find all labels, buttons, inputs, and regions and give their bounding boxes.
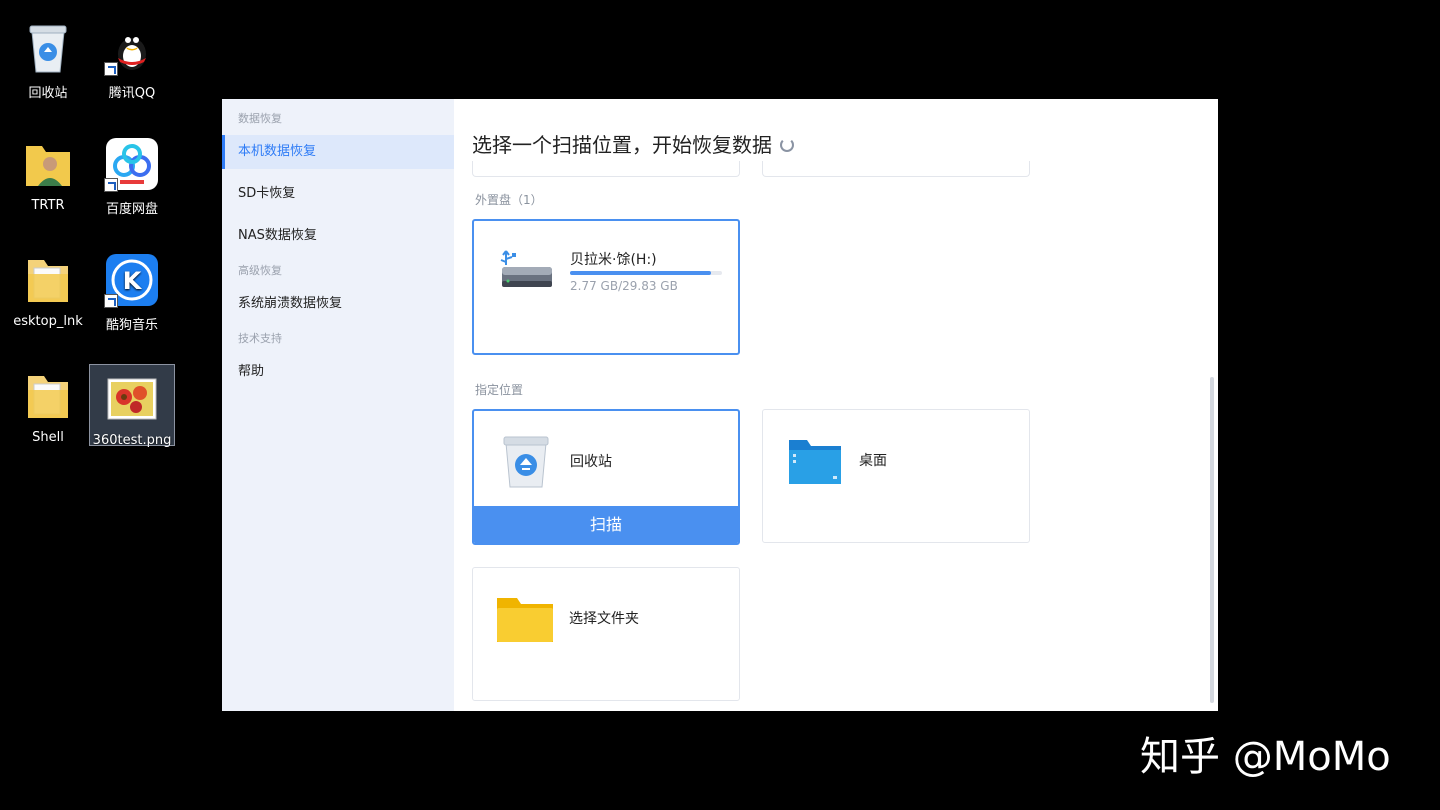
svg-text:K: K — [123, 267, 143, 295]
partial-card-right — [762, 161, 1030, 177]
location-name: 桌面 — [859, 453, 887, 469]
desktop-icon-qq[interactable]: 腾讯QQ — [90, 20, 174, 101]
folder-icon — [497, 590, 553, 646]
sidebar-item-sd-card-recovery[interactable]: SD卡恢复 — [222, 177, 454, 211]
sidebar: 数据恢复 本机数据恢复 SD卡恢复 NAS数据恢复 高级恢复 系统崩溃数据恢复 … — [222, 99, 454, 711]
desktop-icon-baidu-netdisk[interactable]: 百度网盘 — [90, 136, 174, 217]
baidu-netdisk-icon — [104, 136, 160, 192]
sidebar-group-data-recovery: 数据恢复 — [238, 112, 282, 125]
drive-usage-text: 2.77 GB/29.83 GB — [570, 279, 678, 293]
desktop-icon-label: TRTR — [31, 198, 65, 213]
drive-usage-bar — [570, 271, 722, 275]
location-card-desktop[interactable]: 桌面 — [762, 409, 1030, 543]
main-content: 选择一个扫描位置，开始恢复数据 外置盘（1） 贝拉米·馀(H:) 2.77 GB… — [454, 99, 1218, 711]
refresh-icon[interactable] — [780, 137, 794, 152]
desktop-icon-360test[interactable]: 360test.png — [89, 364, 175, 448]
location-card-recycle-bin[interactable]: 回收站 扫描 — [472, 409, 740, 545]
location-name: 回收站 — [570, 454, 612, 470]
desktop-icon-label: 酷狗音乐 — [105, 318, 158, 333]
desktop-icon-label: 360test.png — [92, 433, 172, 448]
user-folder-icon — [20, 136, 76, 192]
desktop-icon-kugou[interactable]: K 酷狗音乐 — [90, 252, 174, 333]
desktop-icon-label: 腾讯QQ — [108, 86, 156, 101]
desktop-folder-icon — [787, 432, 843, 488]
desktop-icon-label: esktop_lnk — [13, 314, 83, 329]
sidebar-item-help[interactable]: 帮助 — [222, 355, 454, 389]
sidebar-item-local-recovery[interactable]: 本机数据恢复 — [222, 135, 454, 169]
page-title-text: 选择一个扫描位置，开始恢复数据 — [472, 133, 772, 157]
image-file-icon — [104, 371, 160, 427]
desktop-icon-esktop-lnk[interactable]: esktop_lnk — [6, 252, 90, 329]
desktop-icon-label: 百度网盘 — [105, 202, 158, 217]
desktop-icon-label: 回收站 — [28, 86, 68, 101]
scan-button[interactable]: 扫描 — [474, 506, 738, 543]
usb-drive-icon — [498, 243, 554, 299]
page-title: 选择一个扫描位置，开始恢复数据 — [472, 129, 794, 158]
desktop-icon-trtr[interactable]: TRTR — [6, 136, 90, 213]
qq-penguin-icon — [104, 20, 160, 76]
sidebar-group-tech-support: 技术支持 — [238, 332, 282, 345]
desktop-icon-shell[interactable]: Shell — [6, 368, 90, 445]
watermark: 知乎 @MoMo — [1140, 734, 1391, 780]
sidebar-group-advanced-recovery: 高级恢复 — [238, 264, 282, 277]
shortcut-arrow-icon — [104, 178, 118, 192]
folder-icon — [20, 368, 76, 424]
drive-name: 贝拉米·馀(H:) — [570, 252, 657, 268]
desktop-icon-recycle-bin[interactable]: 回收站 — [6, 20, 90, 101]
location-card-select-folder[interactable]: 选择文件夹 — [472, 567, 740, 701]
shortcut-arrow-icon — [104, 62, 118, 76]
section-label-external-drives: 外置盘（1） — [475, 193, 543, 207]
shortcut-arrow-icon — [104, 294, 118, 308]
recycle-bin-icon — [498, 433, 554, 489]
recycle-bin-icon — [20, 20, 76, 76]
sidebar-item-system-crash-recovery[interactable]: 系统崩溃数据恢复 — [222, 287, 454, 321]
sidebar-item-nas-recovery[interactable]: NAS数据恢复 — [222, 219, 454, 253]
drive-card-h[interactable]: 贝拉米·馀(H:) 2.77 GB/29.83 GB — [472, 219, 740, 355]
recovery-app-window: 数据恢复 本机数据恢复 SD卡恢复 NAS数据恢复 高级恢复 系统崩溃数据恢复 … — [222, 99, 1218, 711]
folder-icon — [20, 252, 76, 308]
drive-usage-fill — [570, 271, 712, 275]
partial-card-left — [472, 161, 740, 177]
kugou-music-icon: K — [104, 252, 160, 308]
scrollbar[interactable] — [1210, 377, 1214, 703]
section-label-specified-location: 指定位置 — [475, 383, 524, 397]
desktop-icon-label: Shell — [32, 430, 64, 445]
location-name: 选择文件夹 — [569, 611, 639, 627]
